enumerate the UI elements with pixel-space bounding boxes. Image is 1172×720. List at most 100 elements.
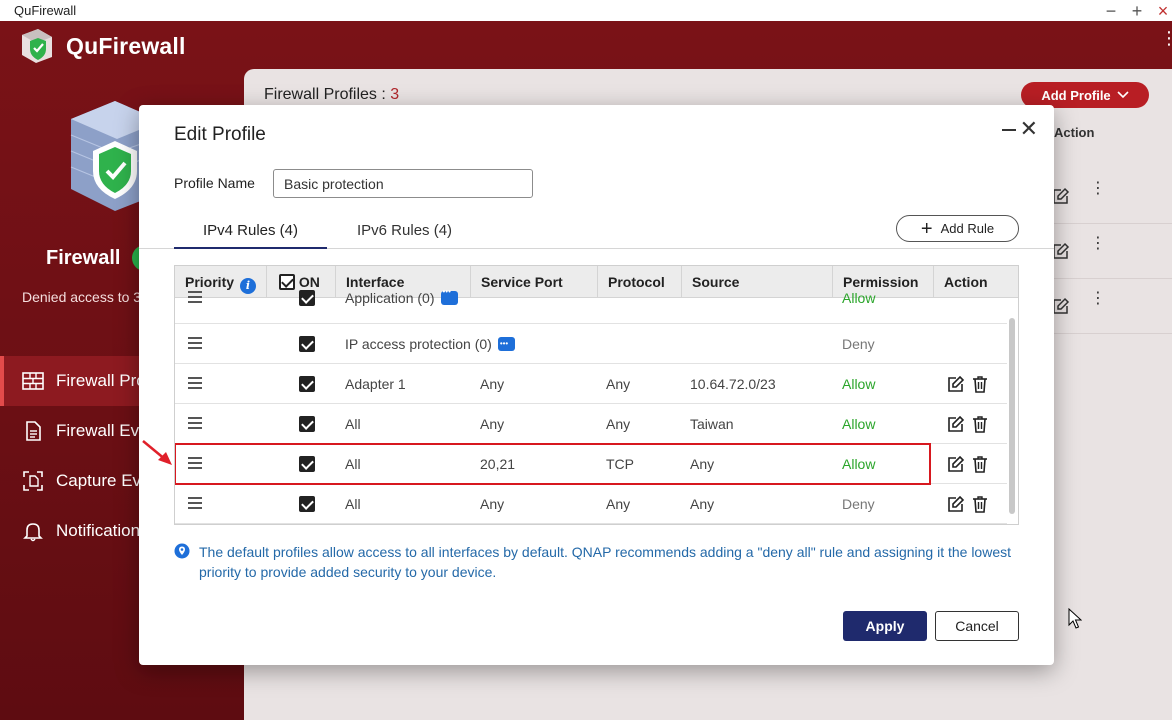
drag-handle-icon[interactable]: [188, 291, 202, 303]
minimize-window-button[interactable]: −: [1104, 2, 1118, 20]
minimize-dialog-button[interactable]: [1002, 129, 1016, 131]
drag-handle-icon[interactable]: [188, 497, 202, 509]
drag-handle-icon[interactable]: [188, 417, 202, 429]
trash-icon[interactable]: [972, 375, 988, 393]
cell-interface: All: [345, 416, 361, 432]
rule-enabled-checkbox[interactable]: [299, 496, 315, 512]
drag-handle-icon[interactable]: [188, 377, 202, 389]
rule-enabled-checkbox[interactable]: [299, 336, 315, 352]
profile-row: ⋮: [1034, 224, 1172, 279]
edit-icon[interactable]: [947, 455, 965, 473]
app-logo-icon: [18, 27, 56, 65]
table-scrollbar[interactable]: [1009, 318, 1015, 514]
edit-icon[interactable]: [947, 495, 965, 513]
app-menu-kebab-icon[interactable]: ⋮: [1160, 29, 1172, 47]
cell-service-port: Any: [480, 376, 505, 392]
plus-icon: +: [920, 217, 933, 240]
profile-name-input[interactable]: [273, 169, 533, 198]
edit-icon[interactable]: [1052, 187, 1070, 205]
edit-icon[interactable]: [947, 375, 965, 393]
red-arrow-annotation: [142, 440, 172, 465]
info-note: The default profiles allow access to all…: [174, 542, 1024, 582]
profile-row: ⋮: [1034, 169, 1172, 224]
window-title: QuFirewall: [14, 3, 77, 18]
edit-profile-dialog: Edit Profile ✕ Profile Name IPv4 Rules (…: [139, 105, 1054, 665]
row-kebab-icon[interactable]: ⋮: [1090, 181, 1106, 197]
edit-icon[interactable]: [947, 415, 965, 433]
cancel-button[interactable]: Cancel: [935, 611, 1019, 641]
cell-protocol: TCP: [606, 456, 634, 472]
cell-source: 10.64.72.0/23: [690, 376, 776, 392]
table-row: Application (0) Allow: [175, 278, 1007, 324]
profile-name-label: Profile Name: [174, 175, 255, 191]
sidebar-item-label: Notification: [56, 521, 141, 540]
close-dialog-button[interactable]: ✕: [1020, 118, 1038, 140]
apply-button[interactable]: Apply: [843, 611, 927, 641]
cell-interface: All: [345, 456, 361, 472]
profile-row: ⋮: [1034, 279, 1172, 334]
row-kebab-icon[interactable]: ⋮: [1090, 236, 1106, 252]
cell-source: Taiwan: [690, 416, 734, 432]
sidebar-status-title: Firewall: [46, 247, 121, 269]
cell-permission: Deny: [842, 496, 875, 512]
rules-table: Priority i ON Interface Service Port Prot…: [174, 265, 1019, 525]
edit-icon[interactable]: [1052, 297, 1070, 315]
cell-service-port: Any: [480, 416, 505, 432]
action-column-header: Action: [1054, 125, 1095, 140]
table-row: All Any Any Taiwan Allow: [175, 404, 1007, 444]
cell-interface-text: Application (0): [345, 290, 435, 306]
cell-service-port: 20,21: [480, 456, 516, 472]
cell-interface-text: IP access protection (0): [345, 336, 492, 352]
close-window-button[interactable]: ×: [1156, 2, 1170, 20]
rule-enabled-checkbox[interactable]: [299, 376, 315, 392]
rule-enabled-checkbox[interactable]: [299, 416, 315, 432]
chevron-down-icon: [1117, 91, 1129, 99]
cell-permission: Allow: [842, 290, 876, 306]
cell-interface: IP access protection (0): [345, 324, 515, 364]
window-titlebar: QuFirewall − + ×: [0, 0, 1172, 21]
mouse-cursor-icon: [1068, 608, 1082, 629]
cell-permission: Allow: [842, 456, 876, 472]
cell-protocol: Any: [606, 496, 631, 512]
add-rule-label: Add Rule: [940, 221, 995, 236]
tab-ipv4-rules[interactable]: IPv4 Rules (4): [174, 222, 327, 249]
maximize-window-button[interactable]: +: [1130, 2, 1144, 20]
window-controls: − + ×: [1104, 0, 1170, 21]
cell-protocol: Any: [606, 416, 631, 432]
tab-ipv6-rules[interactable]: IPv6 Rules (4): [357, 222, 452, 247]
cell-interface: Application (0): [345, 278, 458, 324]
profile-count: 3: [390, 86, 400, 103]
page-title-label: Firewall Profiles :: [264, 86, 391, 103]
edit-icon[interactable]: [1052, 242, 1070, 260]
cell-source: Any: [690, 496, 715, 512]
brick-wall-icon: [22, 370, 44, 392]
drag-handle-icon[interactable]: [188, 457, 202, 469]
cell-permission: Deny: [842, 336, 875, 352]
cell-protocol: Any: [606, 376, 631, 392]
rule-enabled-checkbox[interactable]: [299, 456, 315, 472]
add-profile-label: Add Profile: [1041, 87, 1111, 103]
table-row: Adapter 1 Any Any 10.64.72.0/23 Allow: [175, 364, 1007, 404]
table-row: IP access protection (0) Deny: [175, 324, 1007, 364]
info-note-text: The default profiles allow access to all…: [199, 544, 1012, 580]
add-rule-button[interactable]: + Add Rule: [896, 215, 1019, 242]
dialog-title: Edit Profile: [174, 124, 266, 145]
location-pin-icon: [174, 543, 190, 559]
document-icon: [22, 420, 44, 442]
trash-icon[interactable]: [972, 495, 988, 513]
row-kebab-icon[interactable]: ⋮: [1090, 291, 1106, 307]
page-title: Firewall Profiles : 3: [264, 86, 399, 104]
cell-interface: Adapter 1: [345, 376, 406, 392]
cell-service-port: Any: [480, 496, 505, 512]
rules-table-body: Application (0) Allow IP access protecti…: [175, 278, 1018, 524]
bell-icon: [22, 520, 44, 542]
table-row: All Any Any Any Deny: [175, 484, 1007, 524]
capture-icon: [22, 470, 44, 492]
trash-icon[interactable]: [972, 455, 988, 473]
rule-enabled-checkbox[interactable]: [299, 290, 315, 306]
app-name: QuFirewall: [66, 32, 186, 59]
comment-icon[interactable]: [497, 324, 515, 364]
drag-handle-icon[interactable]: [188, 337, 202, 349]
trash-icon[interactable]: [972, 415, 988, 433]
comment-icon[interactable]: [440, 278, 458, 306]
